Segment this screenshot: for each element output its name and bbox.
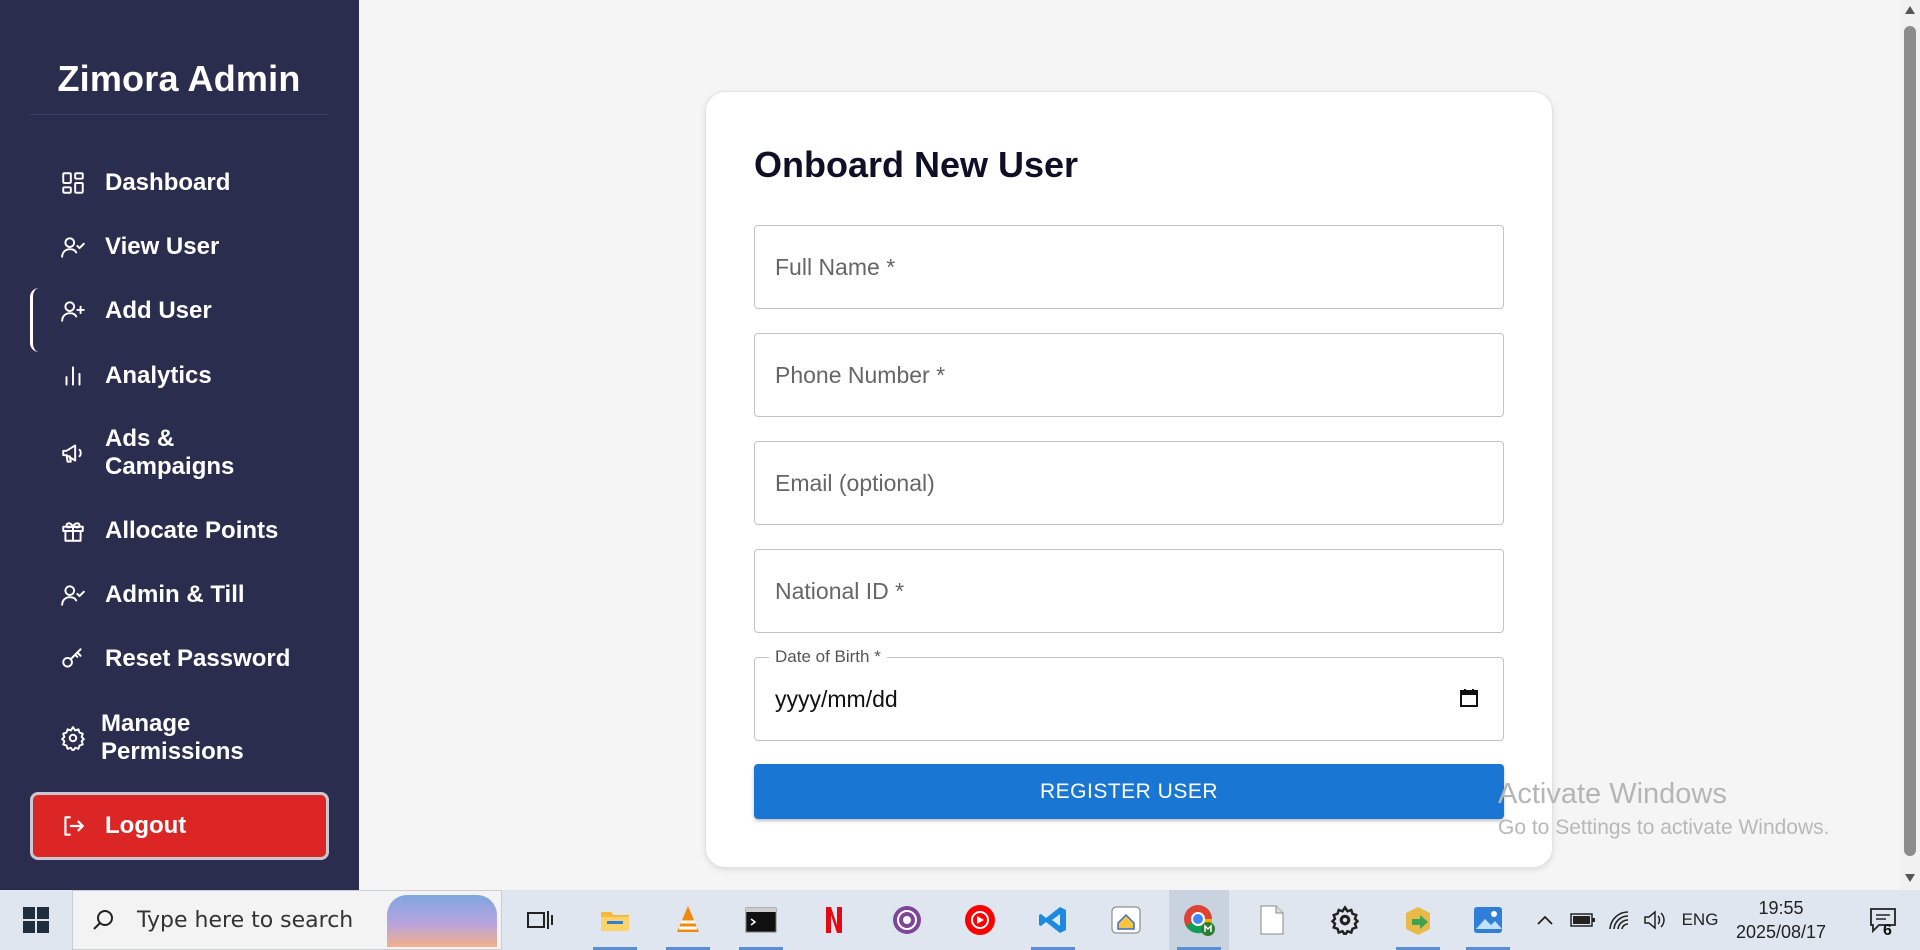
sidebar-item-add-user[interactable]: Add User [30, 288, 328, 352]
full-name-field [754, 225, 1504, 309]
volume-icon[interactable] [1640, 890, 1670, 950]
user-check-icon [59, 581, 87, 609]
gear-icon [59, 724, 87, 752]
sidebar-item-label: Manage Permissions [101, 710, 244, 765]
clock-time: 19:55 [1758, 898, 1804, 918]
netflix-icon[interactable] [804, 890, 864, 950]
full-name-input[interactable] [755, 226, 1503, 308]
sidebar-item-view-user[interactable]: View User [30, 233, 328, 261]
search-highlight-image [387, 895, 497, 947]
search-placeholder: Type here to search [137, 907, 354, 933]
photos-icon[interactable] [1458, 890, 1518, 950]
terminal-icon[interactable] [731, 890, 791, 950]
search-icon [93, 910, 113, 930]
scroll-up-arrow-icon[interactable] [1905, 6, 1915, 14]
sidebar-item-label: Add User [105, 297, 212, 324]
sidebar-item-allocate-points[interactable]: Allocate Points [30, 517, 328, 545]
sidebar: Zimora Admin Dashboard View User Add Use… [0, 0, 359, 890]
activate-windows-title: Activate Windows [1498, 778, 1727, 810]
scroll-down-arrow-icon[interactable] [1905, 874, 1915, 882]
windows-logo-icon [23, 907, 49, 933]
sidebar-item-label: Ads & Campaigns [105, 425, 235, 480]
vlc-icon[interactable] [658, 890, 718, 950]
megaphone-icon [59, 439, 87, 467]
youtube-music-icon[interactable] [950, 890, 1010, 950]
sidebar-item-admin-till[interactable]: Admin & Till [30, 581, 328, 609]
sidebar-item-label: Dashboard [105, 169, 231, 196]
email-input[interactable] [755, 442, 1503, 524]
package-app-icon[interactable] [1388, 890, 1448, 950]
language-indicator[interactable]: ENG [1680, 890, 1720, 950]
file-explorer-icon[interactable] [585, 890, 645, 950]
notepad-icon[interactable] [1242, 890, 1302, 950]
wifi-icon[interactable] [1605, 890, 1635, 950]
taskbar-clock[interactable]: 19:55 2025/08/17 [1726, 896, 1836, 944]
page-scrollbar[interactable] [1900, 0, 1920, 890]
logout-icon [59, 812, 87, 840]
key-icon [59, 645, 87, 673]
sidebar-item-ads-campaigns[interactable]: Ads & Campaigns [30, 425, 280, 481]
sidebar-item-label: Admin & Till [105, 581, 245, 608]
national-id-field [754, 549, 1504, 633]
activate-windows-subtitle: Go to Settings to activate Windows. [1498, 816, 1830, 839]
phone-number-field [754, 333, 1504, 417]
sidebar-item-label: Reset Password [105, 645, 291, 672]
brand-title: Zimora Admin [57, 58, 301, 99]
clock-date: 2025/08/17 [1735, 922, 1827, 942]
settings-icon[interactable] [1315, 890, 1375, 950]
user-plus-icon [59, 297, 87, 325]
brand-divider [30, 114, 328, 115]
show-hidden-icons-chevron-icon[interactable] [1532, 890, 1558, 950]
onboard-user-card: Onboard New User Date of Birth * yyyy/mm… [705, 91, 1553, 868]
battery-icon[interactable] [1568, 890, 1598, 950]
sidebar-item-reset-password[interactable]: Reset Password [30, 645, 328, 673]
user-check-icon [59, 233, 87, 261]
phone-number-input[interactable] [755, 334, 1503, 416]
tor-browser-icon[interactable] [877, 890, 937, 950]
calendar-icon[interactable] [1457, 686, 1481, 710]
sidebar-item-label: Allocate Points [105, 517, 279, 544]
date-of-birth-field[interactable]: Date of Birth * yyyy/mm/dd [754, 647, 1504, 741]
date-of-birth-label: Date of Birth * [769, 647, 887, 667]
sidebar-item-analytics[interactable]: Analytics [30, 362, 328, 390]
page-title: Onboard New User [754, 144, 1079, 185]
vscode-icon[interactable] [1023, 890, 1083, 950]
task-view-icon[interactable] [510, 890, 570, 950]
sidebar-item-label: Analytics [105, 362, 212, 389]
dashboard-icon [59, 169, 87, 197]
register-user-button[interactable]: REGISTER USER [754, 764, 1504, 819]
home-app-icon[interactable] [1096, 890, 1156, 950]
gift-icon [59, 517, 87, 545]
scroll-thumb[interactable] [1904, 26, 1916, 856]
national-id-input[interactable] [755, 550, 1503, 632]
start-button[interactable] [0, 890, 72, 950]
logout-button[interactable]: Logout [30, 792, 329, 860]
taskbar-search[interactable]: Type here to search [72, 890, 502, 950]
email-field [754, 441, 1504, 525]
notification-count: 6 [1883, 922, 1892, 939]
bar-chart-icon [59, 362, 87, 390]
date-of-birth-value: yyyy/mm/dd [775, 686, 898, 712]
notification-center-button[interactable]: 6 [1855, 890, 1910, 950]
logout-label: Logout [105, 812, 187, 839]
sidebar-item-dashboard[interactable]: Dashboard [30, 169, 328, 197]
sidebar-item-manage-permissions[interactable]: Manage Permissions [30, 710, 280, 766]
taskbar: Type here to search ENG 19:55 2025/08/17… [0, 890, 1920, 950]
sidebar-item-label: View User [105, 233, 220, 260]
chrome-icon[interactable] [1169, 890, 1229, 950]
